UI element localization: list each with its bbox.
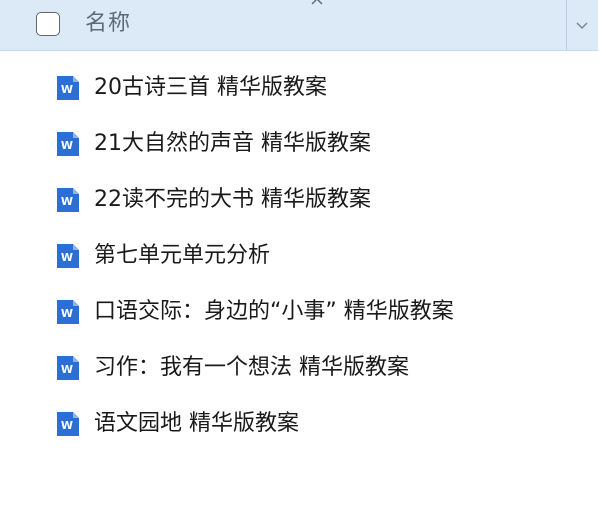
svg-text:W: W (61, 251, 73, 264)
word-document-icon: W (57, 412, 79, 436)
word-document-icon: W (57, 356, 79, 380)
svg-text:W: W (61, 83, 73, 96)
file-row[interactable]: W 语文园地 精华版教案 (0, 386, 598, 442)
file-row[interactable]: W 第七单元单元分析 (0, 218, 598, 274)
file-name[interactable]: 第七单元单元分析 (94, 240, 270, 272)
file-name[interactable]: 22读不完的大书 精华版教案 (94, 184, 371, 216)
file-list-header: 名称 (0, 0, 598, 51)
file-row[interactable]: W 20古诗三首 精华版教案 (0, 50, 598, 106)
word-document-icon: W (57, 188, 79, 212)
file-row[interactable]: W 口语交际：身边的“小事” 精华版教案 (0, 274, 598, 330)
svg-text:W: W (61, 195, 73, 208)
svg-text:W: W (61, 419, 73, 432)
file-name[interactable]: 语文园地 精华版教案 (94, 408, 299, 440)
svg-text:W: W (61, 139, 73, 152)
close-icon[interactable] (310, 0, 324, 8)
select-all-checkbox[interactable] (36, 12, 60, 36)
column-divider[interactable] (566, 0, 567, 50)
file-row[interactable]: W 22读不完的大书 精华版教案 (0, 162, 598, 218)
svg-text:W: W (61, 363, 73, 376)
file-name[interactable]: 口语交际：身边的“小事” 精华版教案 (94, 296, 454, 328)
file-row[interactable]: W 习作：我有一个想法 精华版教案 (0, 330, 598, 386)
file-name[interactable]: 习作：我有一个想法 精华版教案 (94, 352, 409, 384)
svg-text:W: W (61, 307, 73, 320)
file-row[interactable]: W 21大自然的声音 精华版教案 (0, 106, 598, 162)
chevron-down-icon[interactable] (574, 17, 590, 33)
word-document-icon: W (57, 76, 79, 100)
name-column-header[interactable]: 名称 (85, 8, 131, 40)
word-document-icon: W (57, 244, 79, 268)
word-document-icon: W (57, 132, 79, 156)
file-name[interactable]: 20古诗三首 精华版教案 (94, 72, 327, 104)
word-document-icon: W (57, 300, 79, 324)
file-name[interactable]: 21大自然的声音 精华版教案 (94, 128, 371, 160)
